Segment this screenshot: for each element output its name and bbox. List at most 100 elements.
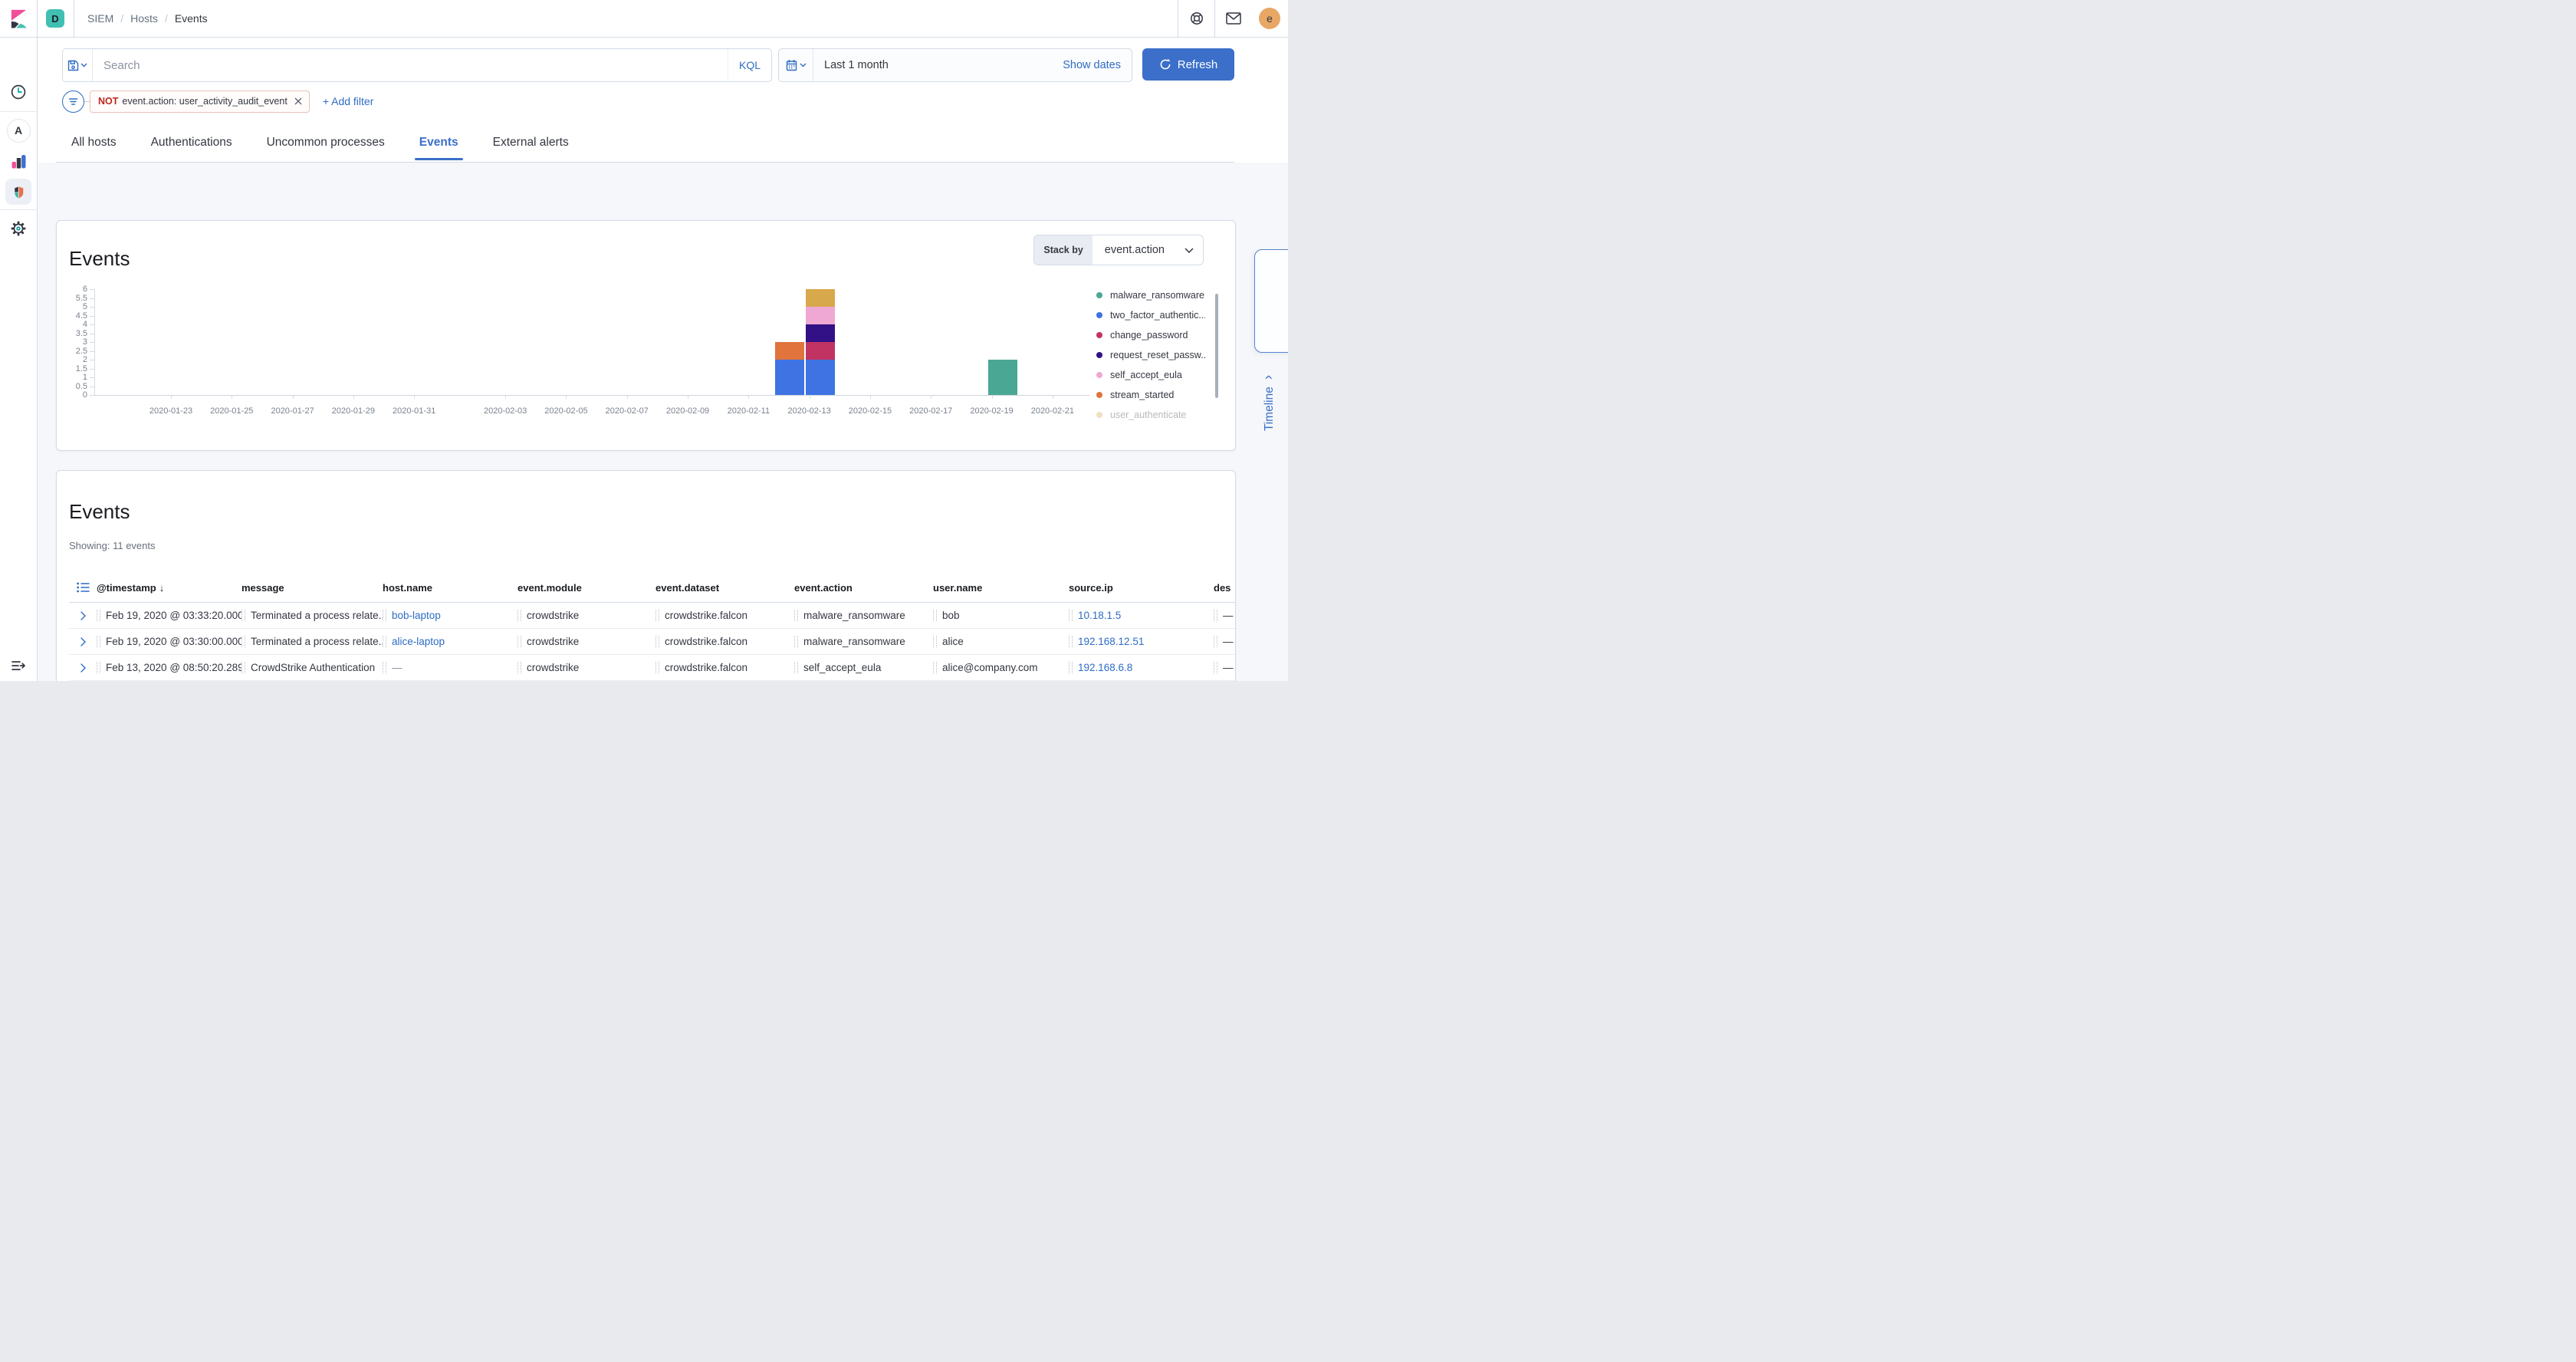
- collapse-nav-button[interactable]: [0, 650, 37, 681]
- bar-segment-two_factor_authentic...[interactable]: [775, 360, 804, 395]
- drag-handle[interactable]: [794, 636, 798, 647]
- drag-handle[interactable]: [242, 610, 245, 621]
- drag-handle[interactable]: [242, 662, 245, 673]
- cell-value[interactable]: Feb 13, 2020 @ 08:50:20.289: [106, 662, 242, 673]
- cell-value[interactable]: Feb 19, 2020 @ 03:33:20.000: [106, 610, 242, 621]
- cell-value[interactable]: Terminated a process relate...: [251, 610, 383, 621]
- cell-value[interactable]: crowdstrike.falcon: [665, 662, 748, 673]
- column-header-source.ip[interactable]: source.ip: [1069, 582, 1214, 594]
- drag-handle[interactable]: [97, 662, 100, 673]
- drag-handle[interactable]: [933, 636, 937, 647]
- add-filter-button[interactable]: + Add filter: [323, 95, 374, 107]
- bar-segment-two_factor_authentic...[interactable]: [806, 360, 835, 395]
- bar-segment-change_password[interactable]: [806, 342, 835, 360]
- legend-item-change_password[interactable]: change_password: [1096, 325, 1211, 345]
- timeline-flyout-button[interactable]: Timeline ›: [1254, 249, 1288, 353]
- search-input[interactable]: [93, 59, 728, 72]
- cell-value[interactable]: alice@company.com: [942, 662, 1038, 673]
- date-quick-select-button[interactable]: [779, 49, 813, 81]
- legend-scrollbar[interactable]: [1215, 294, 1218, 398]
- column-header-des[interactable]: des: [1214, 582, 1235, 594]
- recently-viewed-button[interactable]: [0, 77, 37, 107]
- bar-segment-request_reset_passw...[interactable]: [806, 324, 835, 342]
- breadcrumb-siem[interactable]: SIEM: [87, 12, 113, 25]
- date-range-value[interactable]: Last 1 month: [813, 59, 1063, 71]
- sidebar-item-siem-selected[interactable]: [0, 176, 37, 207]
- help-button[interactable]: [1180, 0, 1214, 37]
- cell-value[interactable]: alice: [942, 636, 964, 647]
- column-header-user.name[interactable]: user.name: [933, 582, 1069, 594]
- legend-item-two_factor_authentic...[interactable]: two_factor_authentic...: [1096, 305, 1211, 325]
- cell-value[interactable]: alice-laptop: [392, 636, 445, 647]
- breadcrumb-hosts[interactable]: Hosts: [130, 12, 158, 25]
- saved-query-menu-button[interactable]: [63, 49, 93, 81]
- cell-value[interactable]: 10.18.1.5: [1078, 610, 1121, 621]
- drag-handle[interactable]: [656, 662, 659, 673]
- cell-value[interactable]: 192.168.12.51: [1078, 636, 1144, 647]
- drag-handle[interactable]: [518, 662, 521, 673]
- legend-item-stream_started[interactable]: stream_started: [1096, 385, 1211, 405]
- cell-value[interactable]: self_accept_eula: [803, 662, 881, 673]
- column-header-event.dataset[interactable]: event.dataset: [656, 582, 794, 594]
- space-switcher[interactable]: D: [46, 9, 64, 28]
- expand-row-button[interactable]: [69, 610, 97, 621]
- remove-filter-button[interactable]: [294, 97, 302, 105]
- cell-value[interactable]: malware_ransomware: [803, 636, 905, 647]
- drag-handle[interactable]: [1214, 636, 1217, 647]
- stack-by-select[interactable]: Stack by event.action: [1033, 235, 1204, 265]
- newsfeed-button[interactable]: [1217, 0, 1250, 37]
- cell-value[interactable]: malware_ransomware: [803, 610, 905, 621]
- drag-handle[interactable]: [1214, 610, 1217, 621]
- filter-pill-not-user-activity[interactable]: NOT event.action: user_activity_audit_ev…: [90, 90, 310, 113]
- drag-handle[interactable]: [794, 610, 798, 621]
- cell-value[interactable]: crowdstrike: [527, 636, 579, 647]
- drag-handle[interactable]: [383, 610, 386, 621]
- expand-row-button[interactable]: [69, 663, 97, 673]
- show-dates-button[interactable]: Show dates: [1063, 59, 1132, 71]
- column-header-message[interactable]: message: [242, 582, 383, 594]
- drag-handle[interactable]: [656, 610, 659, 621]
- drag-handle[interactable]: [1214, 662, 1217, 673]
- drag-handle[interactable]: [1069, 610, 1073, 621]
- refresh-button[interactable]: Refresh: [1142, 48, 1234, 81]
- sidebar-item-analytics[interactable]: [0, 146, 37, 176]
- legend-item-request_reset_passw...[interactable]: request_reset_passw...: [1096, 345, 1211, 365]
- drag-handle[interactable]: [1069, 662, 1073, 673]
- sidebar-item-app-a[interactable]: A: [0, 115, 37, 146]
- kibana-logo[interactable]: [0, 0, 37, 37]
- drag-handle[interactable]: [794, 662, 798, 673]
- drag-handle[interactable]: [518, 610, 521, 621]
- bar-segment-user_authenticate[interactable]: [806, 289, 835, 307]
- bar-segment-stream_started[interactable]: [775, 342, 804, 360]
- cell-value[interactable]: crowdstrike: [527, 610, 579, 621]
- tab-all-hosts[interactable]: All hosts: [67, 135, 121, 160]
- drag-handle[interactable]: [383, 662, 386, 673]
- kql-syntax-button[interactable]: KQL: [728, 49, 771, 81]
- cell-value[interactable]: crowdstrike.falcon: [665, 636, 748, 647]
- cell-value[interactable]: 192.168.6.8: [1078, 662, 1132, 673]
- column-header-@timestamp[interactable]: @timestamp↓: [97, 582, 242, 594]
- cell-value[interactable]: bob: [942, 610, 960, 621]
- drag-handle[interactable]: [383, 636, 386, 647]
- tab-events[interactable]: Events: [415, 135, 463, 160]
- sidebar-item-management[interactable]: [0, 213, 37, 244]
- cell-value[interactable]: Feb 19, 2020 @ 03:30:00.000: [106, 636, 242, 647]
- column-header-event.action[interactable]: event.action: [794, 582, 933, 594]
- cell-value[interactable]: crowdstrike: [527, 662, 579, 673]
- cell-value[interactable]: CrowdStrike Authentication: [251, 662, 375, 673]
- cell-value[interactable]: Terminated a process relate...: [251, 636, 383, 647]
- fields-browser-button[interactable]: [69, 582, 97, 593]
- tab-external-alerts[interactable]: External alerts: [488, 135, 573, 160]
- legend-item-self_accept_eula[interactable]: self_accept_eula: [1096, 365, 1211, 385]
- drag-handle[interactable]: [518, 636, 521, 647]
- column-header-event.module[interactable]: event.module: [518, 582, 656, 594]
- drag-handle[interactable]: [97, 636, 100, 647]
- cell-value[interactable]: crowdstrike.falcon: [665, 610, 748, 621]
- tab-authentications[interactable]: Authentications: [146, 135, 237, 160]
- drag-handle[interactable]: [97, 610, 100, 621]
- bar-segment-self_accept_eula[interactable]: [806, 307, 835, 324]
- drag-handle[interactable]: [933, 610, 937, 621]
- legend-item-malware_ransomware[interactable]: malware_ransomware: [1096, 285, 1211, 305]
- bar-segment-malware_ransomware[interactable]: [988, 360, 1017, 395]
- drag-handle[interactable]: [656, 636, 659, 647]
